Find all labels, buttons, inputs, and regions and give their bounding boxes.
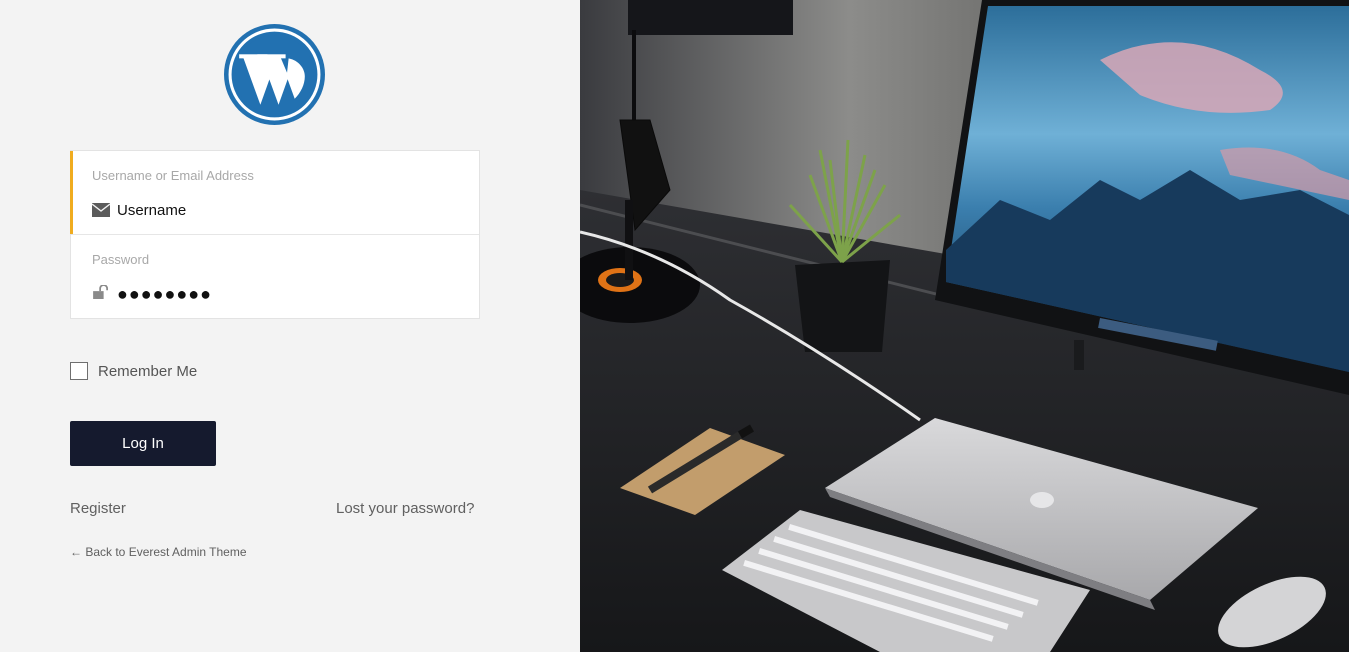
unlock-icon	[93, 285, 108, 299]
desk-workspace-photo	[580, 0, 1349, 652]
remember-me-label[interactable]: Remember Me	[98, 363, 197, 380]
password-input[interactable]: ●●●●●●●●	[117, 284, 447, 305]
back-to-site-link[interactable]: ← Back to Everest Admin Theme	[70, 545, 247, 559]
username-input[interactable]	[117, 202, 447, 219]
lost-password-link[interactable]: Lost your password?	[336, 500, 474, 517]
password-label: Password	[92, 252, 150, 267]
wordpress-logo-icon[interactable]	[224, 24, 325, 125]
envelope-icon	[92, 203, 110, 217]
login-page: Username or Email Address Password ●●●●●…	[0, 0, 1349, 652]
login-form: Username or Email Address Password ●●●●●…	[70, 150, 480, 319]
hero-image	[580, 0, 1349, 652]
login-panel: Username or Email Address Password ●●●●●…	[0, 0, 580, 652]
remember-me[interactable]: Remember Me	[70, 362, 197, 380]
login-button[interactable]: Log In	[70, 421, 216, 466]
username-field[interactable]: Username or Email Address	[70, 151, 481, 234]
password-field[interactable]: Password ●●●●●●●●	[71, 235, 479, 318]
register-link[interactable]: Register	[70, 500, 126, 517]
username-label: Username or Email Address	[92, 168, 254, 183]
remember-me-checkbox[interactable]	[70, 362, 88, 380]
